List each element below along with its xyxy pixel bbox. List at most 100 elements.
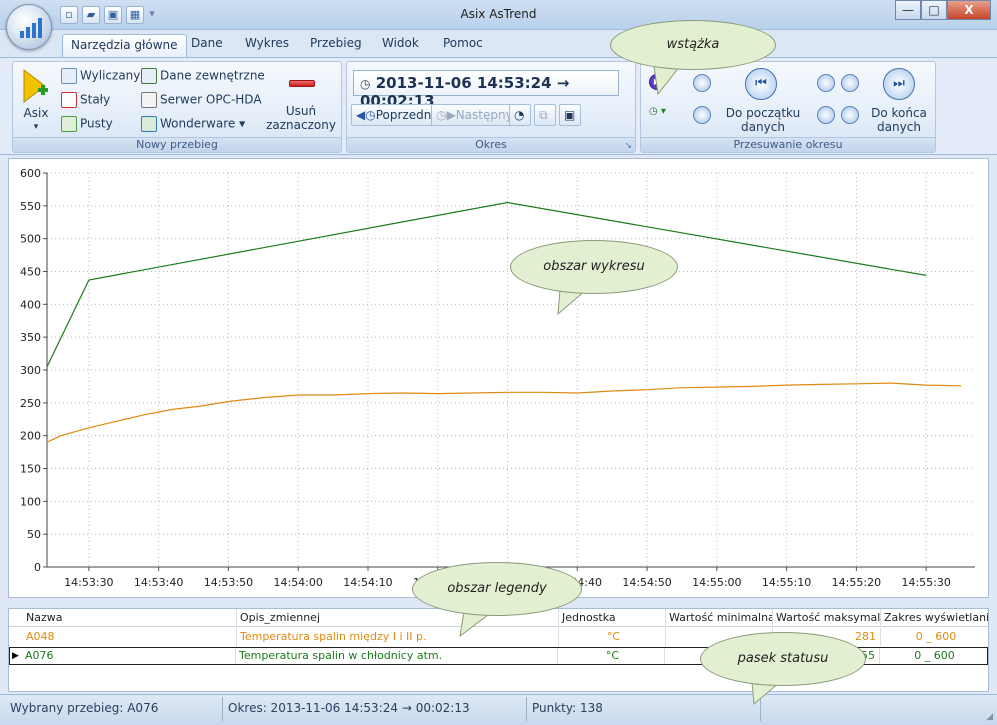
tab-przebieg[interactable]: Przebieg: [310, 36, 362, 50]
go-to-start-icon: ⏮: [745, 68, 777, 100]
legend-cell-unit: °C: [558, 648, 665, 664]
minimize-button[interactable]: —: [895, 0, 921, 20]
x-tick-label: 14:54:10: [343, 576, 392, 589]
copy-icon: ⧉: [539, 108, 548, 122]
wyliczany-button[interactable]: Wyliczany: [61, 68, 140, 84]
pusty-label: Pusty: [80, 116, 113, 131]
step-back-small-button[interactable]: [817, 106, 835, 124]
y-tick-label: 150: [20, 463, 41, 476]
do-poczatku-danych-button[interactable]: ⏮ Do początku danych: [725, 64, 801, 136]
step-forward-small-button[interactable]: [841, 106, 859, 124]
legend-cell-range: 0 _ 600: [915, 630, 957, 643]
poprzedni-button[interactable]: ◀◷Poprzedni: [351, 104, 440, 126]
callout-obszar-legendy: obszar legendy: [412, 562, 582, 616]
serwer-opc-hda-button[interactable]: Serwer OPC-HDA: [141, 92, 262, 108]
x-tick-label: 14:53:50: [204, 576, 253, 589]
status-period: Okres: 2013-11-06 14:53:24 → 00:02:13: [228, 701, 470, 715]
shift-back-button[interactable]: [693, 74, 711, 92]
staly-button[interactable]: Stały: [61, 92, 110, 108]
x-tick-label: 14:54:50: [622, 576, 671, 589]
pusty-button[interactable]: Pusty: [61, 116, 113, 132]
application-menu-button[interactable]: [6, 4, 52, 50]
clock-zoom-icon: ◔: [514, 108, 525, 122]
ribbon-tabs: Narzędzia główne Dane Wykres Przebieg Wi…: [0, 30, 997, 58]
go-to-end-icon: ⏭: [883, 68, 915, 100]
tab-narzedzia-glowne[interactable]: Narzędzia główne: [62, 34, 187, 58]
series-line-a048: [46, 382, 962, 443]
chart-area[interactable]: 0 50 100 150 200 250 300 350 400 450 500 550 600 14:5…: [8, 158, 989, 598]
maximize-button[interactable]: □: [921, 0, 947, 20]
ribbon: Asix ▾ Wyliczany Stały Pusty Dane zewnęt…: [0, 57, 997, 155]
legend-cell-range: 0 _ 600: [914, 649, 955, 662]
y-tick-label: 500: [20, 233, 41, 246]
step-forward-large-button[interactable]: [841, 74, 859, 92]
period-display[interactable]: ◷ 2013-11-06 14:53:24 → 00:02:13: [353, 70, 619, 110]
close-button[interactable]: X: [947, 0, 991, 20]
x-tick-label: 14:55:30: [901, 576, 950, 589]
y-tick-label: 450: [20, 266, 41, 279]
group-label-przesuwanie: Przesuwanie okresu: [641, 137, 935, 152]
y-tick-label: 0: [34, 561, 41, 574]
do-konca-danych-button[interactable]: ⏭ Do końca danych: [863, 64, 935, 136]
x-tick-label: 14:53:30: [64, 576, 113, 589]
calendar-clock-icon: ▣: [564, 108, 576, 122]
y-tick-label: 100: [20, 495, 41, 508]
window-title: Asix AsTrend: [460, 7, 537, 21]
tab-dane[interactable]: Dane: [191, 36, 223, 50]
nastepny-button[interactable]: ◷▶Następny: [431, 104, 518, 126]
wonderware-button[interactable]: Wonderware ▾: [141, 116, 245, 132]
add-clock-button[interactable]: ◷ ▾: [649, 106, 677, 124]
x-tick-label: 14:53:40: [134, 576, 183, 589]
legend-header-zakres[interactable]: Zakres wyświetlania: [881, 609, 988, 627]
x-tick-label: 14:55:20: [832, 576, 881, 589]
wonderware-dropdown-icon: ▾: [239, 116, 246, 131]
status-points: Punkty: 138: [532, 701, 603, 715]
y-tick-label: 200: [20, 430, 41, 443]
selected-row-arrow-icon: ▶: [12, 651, 19, 661]
do-poczatku-label-1: Do początku: [725, 106, 801, 120]
period-copy-button[interactable]: ⧉: [534, 104, 556, 126]
x-tick-label: 14:55:00: [692, 576, 741, 589]
status-selected-series: Wybrany przebieg: A076: [10, 701, 159, 715]
calculated-table-icon: [61, 68, 77, 84]
trend-chart[interactable]: 0 50 100 150 200 250 300 350 400 450 500 550 600 14:5…: [9, 159, 988, 597]
do-konca-label-1: Do końca: [871, 106, 927, 120]
usun-zaznaczony-button[interactable]: Usuń zaznaczony: [263, 66, 339, 134]
previous-icon: ◀◷: [356, 108, 376, 122]
legend-header-jednostka[interactable]: Jednostka: [559, 609, 666, 627]
y-tick-label: 350: [20, 331, 41, 344]
asix-button[interactable]: Asix ▾: [19, 66, 53, 134]
empty-series-icon: [61, 116, 77, 132]
legend-cell-name: A048: [23, 628, 237, 646]
tab-widok[interactable]: Widok: [382, 36, 419, 50]
step-back-large-button[interactable]: [817, 74, 835, 92]
legend-header-nazwa[interactable]: Nazwa: [23, 609, 237, 627]
title-bar: ▫ ▰ ▣ ▦ ▾ Asix AsTrend — □ X: [0, 0, 997, 30]
poprzedni-label: Poprzedni: [375, 108, 435, 122]
legend-cell-desc: Temperatura spalin w chłodnicy atm.: [236, 648, 558, 664]
group-okres: ◷ 2013-11-06 14:53:24 → 00:02:13 ◀◷Poprz…: [346, 61, 636, 153]
x-tick-label: 14:55:10: [762, 576, 811, 589]
staly-label: Stały: [80, 92, 111, 107]
legend-header-max[interactable]: Wartość maksymalna: [773, 609, 881, 627]
tab-pomoc[interactable]: Pomoc: [443, 36, 483, 50]
zaznaczony-label: zaznaczony: [266, 118, 336, 132]
y-tick-label: 550: [20, 200, 41, 213]
y-tick-label: 600: [20, 167, 41, 180]
okres-dialog-launcher-icon[interactable]: ↘: [624, 141, 632, 151]
clock-edit-icon: ◷: [360, 77, 371, 91]
dane-zewnetrzne-button[interactable]: Dane zewnętrzne: [141, 68, 265, 84]
group-nowy-przebieg: Asix ▾ Wyliczany Stały Pusty Dane zewnęt…: [12, 61, 342, 153]
period-calendar-button[interactable]: ▣: [559, 104, 581, 126]
window-controls: — □ X: [895, 0, 991, 20]
period-zoom-button[interactable]: ◔: [509, 104, 531, 126]
resize-grip-icon[interactable]: ◢: [986, 712, 993, 722]
legend-header-min[interactable]: Wartość minimalna: [666, 609, 773, 627]
callout-wstazka: wstążka: [610, 20, 776, 70]
callout-tail: [653, 65, 682, 96]
next-icon: ◷▶: [436, 108, 456, 122]
tab-wykres[interactable]: Wykres: [245, 36, 289, 50]
astrend-logo-icon: [20, 18, 42, 38]
shift-clock-button[interactable]: [693, 106, 711, 124]
clock-add-icon: ◷ ▾: [649, 106, 666, 117]
